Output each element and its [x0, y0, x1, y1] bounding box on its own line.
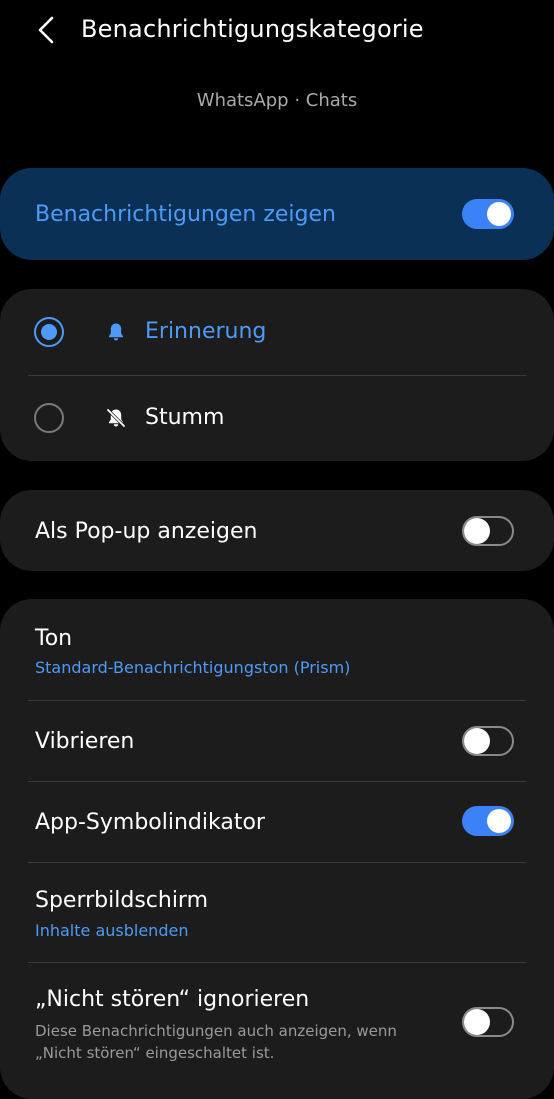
- switch-knob: [464, 728, 490, 754]
- top-app-bar: Benachrichtigungskategorie: [0, 0, 554, 64]
- switch-knob: [464, 1009, 490, 1035]
- chevron-left-icon: [38, 16, 54, 44]
- show-notifications-switch[interactable]: [462, 199, 514, 229]
- lockscreen-row[interactable]: Sperrbildschirm Inhalte ausblenden: [0, 863, 554, 962]
- radio-dot: [41, 324, 57, 340]
- dnd-description: Diese Benachrichtigungen auch anzeigen, …: [35, 1022, 397, 1062]
- back-button[interactable]: [28, 12, 64, 48]
- badge-row[interactable]: App-Symbolindikator: [0, 782, 554, 862]
- popup-label: Als Pop-up anzeigen: [35, 519, 258, 544]
- option-silent[interactable]: Stumm: [0, 375, 554, 461]
- lockscreen-value: Inhalte ausblenden: [35, 921, 189, 940]
- dnd-row[interactable]: „Nicht stören“ ignorieren Diese Benachri…: [0, 963, 554, 1080]
- dnd-switch[interactable]: [462, 1007, 514, 1037]
- alert-label: Erinnerung: [145, 319, 267, 344]
- popup-switch[interactable]: [462, 516, 514, 546]
- switch-knob: [464, 518, 490, 544]
- sound-label: Ton: [35, 626, 73, 651]
- option-alert[interactable]: Erinnerung: [0, 289, 554, 375]
- show-notifications-label: Benachrichtigungen zeigen: [35, 202, 336, 227]
- lockscreen-label: Sperrbildschirm: [35, 888, 209, 913]
- switch-knob: [487, 809, 511, 833]
- sound-row[interactable]: Ton Standard-Benachrichtigungston (Prism…: [0, 599, 554, 700]
- alert-radio[interactable]: [34, 317, 64, 347]
- silent-label: Stumm: [145, 405, 225, 430]
- bell-icon: [109, 323, 123, 341]
- badge-switch[interactable]: [462, 806, 514, 836]
- switch-knob: [487, 202, 511, 226]
- dnd-label: „Nicht stören“ ignorieren: [35, 987, 310, 1012]
- bell-off-icon: [106, 408, 126, 428]
- badge-label: App-Symbolindikator: [35, 810, 265, 835]
- app-channel-subtitle: WhatsApp · Chats: [196, 90, 358, 111]
- vibrate-switch[interactable]: [462, 726, 514, 756]
- vibrate-row[interactable]: Vibrieren: [0, 701, 554, 781]
- silent-radio[interactable]: [34, 403, 64, 433]
- page-title: Benachrichtigungskategorie: [81, 15, 424, 43]
- vibrate-label: Vibrieren: [35, 729, 135, 754]
- sound-value: Standard-Benachrichtigungston (Prism): [35, 658, 351, 677]
